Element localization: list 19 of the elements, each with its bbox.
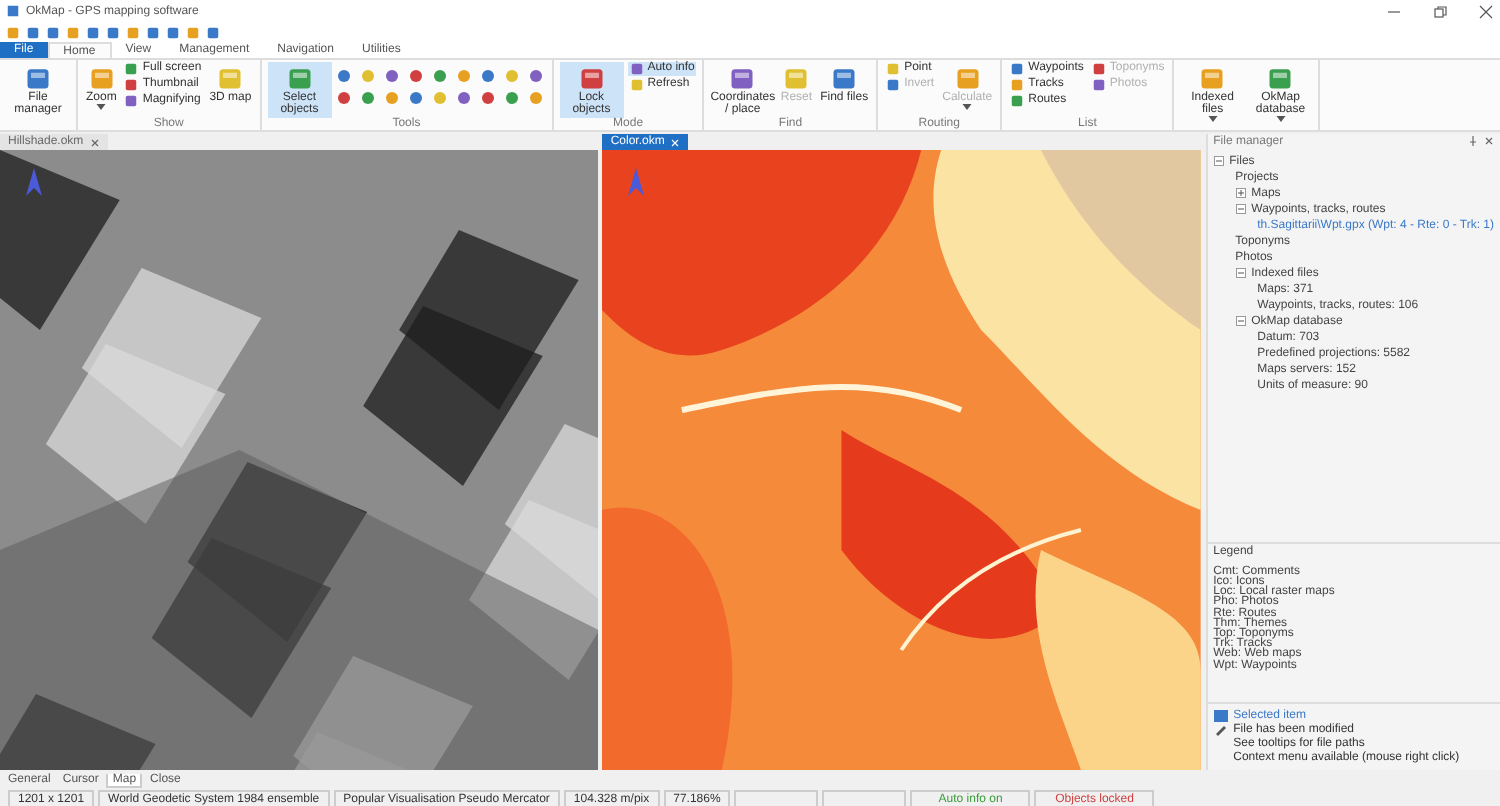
status-field (734, 790, 819, 806)
status-field (822, 790, 907, 806)
collapse-icon[interactable] (1235, 316, 1246, 327)
restore-icon[interactable] (1432, 3, 1448, 19)
north-arrow-icon (26, 168, 42, 196)
ribbon-icon (577, 64, 606, 92)
north-arrow-icon (628, 168, 645, 196)
ribbon-icon (285, 64, 314, 92)
pencil-icon (1213, 724, 1228, 736)
collapse-icon[interactable] (1235, 268, 1246, 279)
collapse-icon[interactable] (1235, 204, 1246, 215)
pin-icon[interactable] (1468, 136, 1478, 147)
app-icon (6, 4, 20, 18)
square-icon (1213, 710, 1228, 722)
close-icon[interactable] (89, 137, 100, 147)
expand-icon[interactable] (1235, 188, 1246, 199)
collapse-icon[interactable] (1213, 156, 1224, 167)
close-icon[interactable] (1478, 3, 1494, 19)
close-icon[interactable] (1484, 136, 1494, 147)
